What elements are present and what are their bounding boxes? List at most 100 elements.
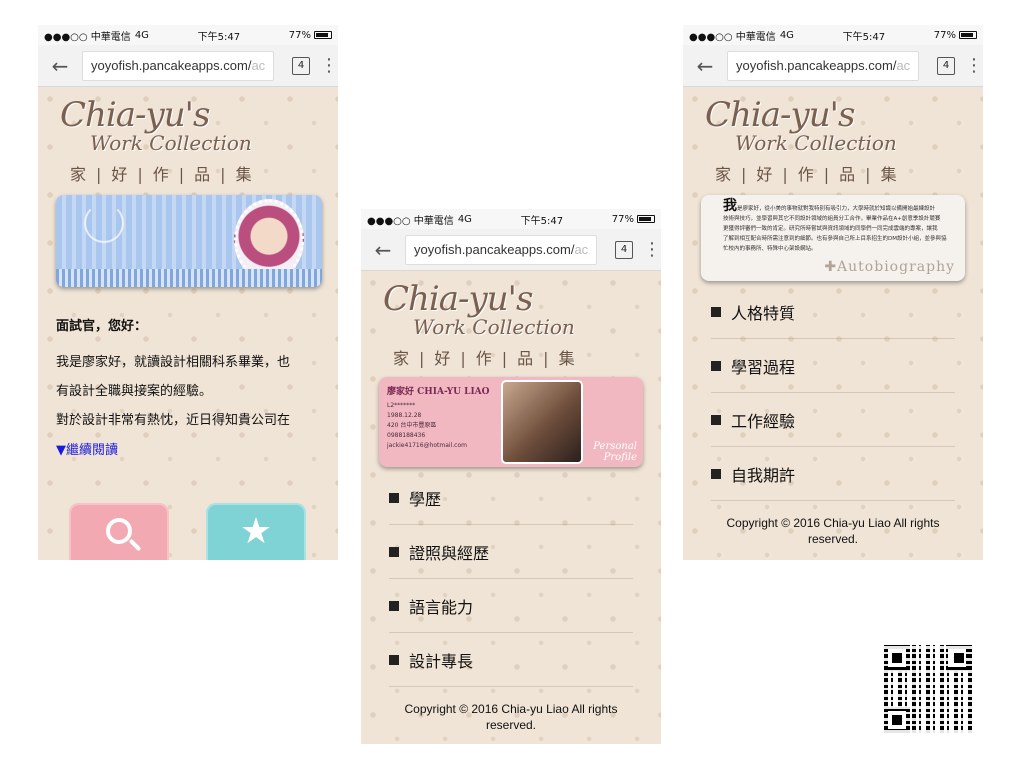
battery-icon [313,31,332,39]
address-bar[interactable]: yoyofish.pancakeapps.com/ac [405,234,597,265]
logo-title: Chia-yu's [383,279,533,319]
back-arrow-icon[interactable]: ← [691,56,719,76]
tab-count-button[interactable]: 4 [615,240,633,259]
copyright-line: reserved. [485,718,537,732]
url-text: yoyofish.pancakeapps.com/ [91,58,252,73]
search-button[interactable] [69,503,169,560]
network-label: 4G [779,29,794,41]
address-bar[interactable]: yoyofish.pancakeapps.com/ac [727,50,919,81]
battery-icon [958,31,977,39]
carrier-label: ●●●○○ 中華電信 [44,31,131,43]
more-menu-icon[interactable]: ⋮ [965,56,983,75]
page-content: Chia-yu's Work Collection 家|好|作|品|集 我是廖家… [683,87,983,560]
bullet-square-icon [711,360,721,371]
bullet-square-icon [711,306,721,317]
read-more-link[interactable]: ▼繼續閱讀 [56,439,338,458]
page-content: Chia-yu's Work Collection 家|好|作|品|集 廖家好 … [361,271,661,744]
status-bar: ●●●○○ 中華電信 4G 下午5:47 77% [361,209,661,229]
back-arrow-icon[interactable]: ← [369,240,397,260]
more-menu-icon[interactable]: ⋮ [643,240,661,259]
card-tag: Personal Profile [593,441,637,463]
profile-id: L2******* [387,402,416,409]
menu-item-label: 學歷 [409,489,442,509]
bullet-square-icon [711,414,721,425]
back-arrow-icon[interactable]: ← [46,56,74,76]
profile-birthday: 1988.12.28 [387,412,422,419]
greeting-heading: 面試官，您好： [56,319,148,334]
logo-title: Chia-yu's [60,95,210,135]
logo-subtitle: Work Collection [90,131,252,155]
clock: 下午5:47 [842,31,886,43]
menu-item-certificates[interactable]: 證照與經歷 [389,525,633,579]
battery-label: 77% [611,213,634,225]
card-tag-line: Profile [603,452,637,463]
battery-icon [636,215,655,223]
bullet-square-icon [389,546,399,557]
battery-label: 77% [288,29,311,41]
menu-item-goals[interactable]: 自我期許 [711,447,955,501]
phone-screen-about: ●●●○○ 中華電信 4G 下午5:47 77% ← yoyofish.panca… [683,25,983,560]
phone-screen-home: ●●●○○ 中華電信 4G 下午5:47 77% ← yoyofish.panca… [38,25,338,560]
menu-item-label: 學習過程 [731,357,796,377]
intro-initial: 我 [723,198,737,214]
status-bar: ●●●○○ 中華電信 4G 下午5:47 77% [683,25,983,45]
site-logo[interactable]: Chia-yu's Work Collection 家|好|作|品|集 [38,87,338,185]
site-logo[interactable]: Chia-yu's Work Collection 家|好|作|品|集 [361,271,661,369]
battery-label: 77% [933,29,956,41]
phone-screen-profile: ●●●○○ 中華電信 4G 下午5:47 77% ← yoyofish.panca… [361,209,661,744]
profile-menu: 學歷 證照與經歷 語言能力 設計專長 [389,471,633,687]
carrier-label: ●●●○○ 中華電信 [689,31,776,43]
bullet-square-icon [711,468,721,479]
menu-item-label: 人格特質 [731,303,796,323]
bullet-square-icon [389,492,399,503]
browser-toolbar: ← yoyofish.pancakeapps.com/ac 4 ⋮ [683,45,983,87]
browser-toolbar: ← yoyofish.pancakeapps.com/ac 4 ⋮ [361,229,661,271]
menu-item-skills[interactable]: 設計專長 [389,633,633,687]
status-bar: ●●●○○ 中華電信 4G 下午5:47 77% [38,25,338,45]
copyright-footer: Copyright © 2016 Chia-yu Liao All rights… [683,515,983,547]
qr-code-image [884,645,972,733]
autobiography-title: ✚Autobiography [824,259,955,275]
menu-item-education[interactable]: 學歷 [389,471,633,525]
autobiography-line: 忙校內的事務所、特殊中心架設網站。 [723,246,817,252]
autobiography-line: 了解到相互配合時所需注意到的細節。也有參與自己所上目系招生的DM設計小組，並參與… [723,236,947,242]
bullet-square-icon [389,654,399,665]
menu-item-learning[interactable]: 學習過程 [711,339,955,393]
address-bar[interactable]: yoyofish.pancakeapps.com/ac [82,50,274,81]
tab-count-button[interactable]: 4 [292,56,310,75]
url-text: yoyofish.pancakeapps.com/ [414,242,575,257]
logo-title: Chia-yu's [705,95,855,135]
menu-item-languages[interactable]: 語言能力 [389,579,633,633]
banner-stripe [56,269,322,287]
intro-paragraph: 我是廖家好，就讀設計相關科系畢業，也 有設計全職與接案的經驗。 對於設計非常有熱… [56,348,338,435]
logo-subtitle: Work Collection [413,315,575,339]
profile-details: L2******* 1988.12.28 420 台中市豐原區 09881884… [387,401,467,451]
autobiography-line: 是廖家好，從小美的事物就對我特別有吸引力，大學時就於知識以備開始最練設計 [737,206,936,212]
url-fade-text: ac [896,58,911,73]
copyright-line: Copyright © 2016 Chia-yu Liao All rights [726,516,940,530]
tab-count-button[interactable]: 4 [937,56,955,75]
url-fade-text: ac [574,242,589,257]
favorite-button[interactable]: ★ [206,503,306,560]
chandelier-graphic [84,203,124,243]
copyright-line: Copyright © 2016 Chia-yu Liao All rights [404,702,618,716]
copyright-footer: Copyright © 2016 Chia-yu Liao All rights… [361,701,661,733]
profile-phone: 0988188436 [387,432,426,439]
profile-photo [503,382,581,462]
autobiography-text: 我是廖家好，從小美的事物就對我特別有吸引力，大學時就於知識以備開始最練設計 技術… [723,198,955,254]
profile-name: 廖家好 CHIA-YU LIAO [387,387,490,397]
intro-line: 對於設計非常有熱忱，近日得知貴公司在 [56,413,291,428]
menu-item-label: 自我期許 [731,465,796,485]
menu-item-personality[interactable]: 人格特質 [711,285,955,339]
network-label: 4G [134,29,149,41]
search-icon [106,518,132,544]
clock: 下午5:47 [197,31,241,43]
menu-item-label: 證照與經歷 [409,543,490,563]
menu-item-experience[interactable]: 工作經驗 [711,393,955,447]
more-menu-icon[interactable]: ⋮ [320,56,338,75]
browser-toolbar: ← yoyofish.pancakeapps.com/ac 4 ⋮ [38,45,338,87]
site-logo[interactable]: Chia-yu's Work Collection 家|好|作|品|集 [683,87,983,185]
logo-chinese: 家|好|作|品|集 [715,165,907,184]
copyright-line: reserved. [807,532,859,546]
logo-subtitle: Work Collection [735,131,897,155]
